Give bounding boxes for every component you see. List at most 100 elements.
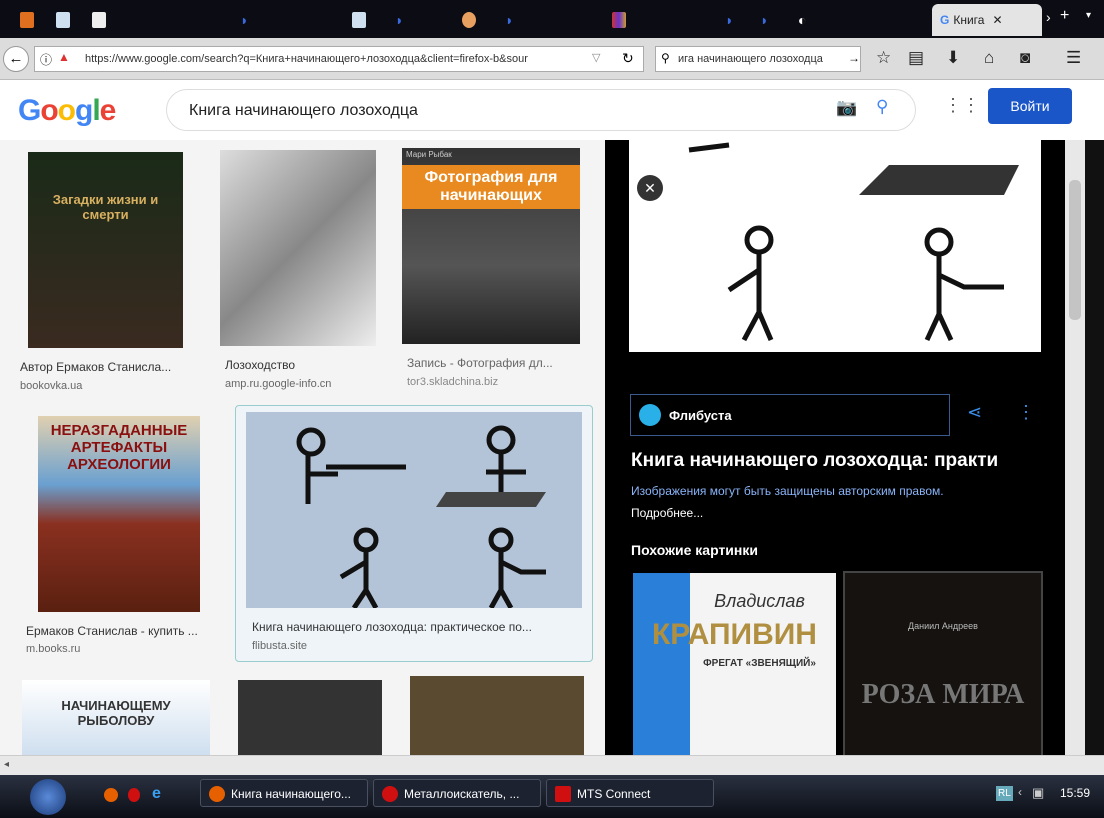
result-thumbnail[interactable] xyxy=(410,676,584,755)
navigation-toolbar: ← https://www.google.com/search?q=Книга+… xyxy=(0,38,1104,80)
tab-title: Книга xyxy=(953,13,985,27)
bookmarks-list-icon[interactable]: ▤ xyxy=(908,48,924,68)
pinned-tab-icon[interactable] xyxy=(20,12,34,28)
search-icon: ⚲ xyxy=(661,51,670,65)
result-source[interactable]: tor3.skladchina.biz xyxy=(407,376,498,388)
search-go-icon[interactable]: → xyxy=(848,51,860,65)
result-source[interactable]: amp.ru.google-info.cn xyxy=(225,378,331,390)
language-indicator[interactable]: RL xyxy=(996,786,1013,801)
home-icon[interactable]: ⌂ xyxy=(984,48,994,68)
result-caption[interactable]: Запись - Фотография дл... xyxy=(407,356,553,370)
image-results-grid: Загадки жизни и смерти Автор Ермаков Ста… xyxy=(0,140,605,755)
login-button[interactable]: Войти xyxy=(988,88,1072,124)
taskbar-item-firefox[interactable]: Книга начинающего... xyxy=(200,779,368,807)
google-search-input[interactable]: Книга начинающего лозоходца xyxy=(166,89,916,131)
task-label: MTS Connect xyxy=(577,787,651,801)
result-thumbnail[interactable]: Мари Рыбак Фотография для начинающих xyxy=(402,148,580,344)
tab-list-icon[interactable]: ▾ xyxy=(1086,10,1091,21)
new-tab-icon[interactable]: + xyxy=(1060,7,1069,25)
scrollbar-thumb[interactable] xyxy=(1069,180,1081,320)
selected-image-result[interactable]: Книга начинающего лозоходца: практическо… xyxy=(235,405,593,662)
task-label: Металлоискатель, ... xyxy=(404,787,520,801)
info-icon[interactable]: ⓘ xyxy=(40,51,52,68)
url-bar[interactable]: https://www.google.com/search?q=Книга+на… xyxy=(34,46,644,72)
site-link[interactable]: Флибуста xyxy=(630,394,950,436)
more-options-icon[interactable]: ⋮ xyxy=(1017,402,1035,423)
result-source[interactable]: bookovka.ua xyxy=(20,380,82,392)
show-hidden-icons[interactable]: ‹ xyxy=(1018,785,1022,799)
pinned-tab-icon[interactable]: ◗ xyxy=(760,12,768,28)
dowsing-illustration xyxy=(688,142,1019,342)
share-icon[interactable]: ⋖ xyxy=(967,402,982,423)
active-tab[interactable]: G Книга ✕ xyxy=(932,4,1042,36)
query-text: Книга начинающего лозоходца xyxy=(189,102,418,119)
tab-scroll-right-icon[interactable]: › xyxy=(1046,9,1051,25)
search-text: ига начинающего лозоходца xyxy=(678,53,823,65)
result-thumbnail[interactable]: НАЧИНАЮЩЕМУ РЫБОЛОВУ xyxy=(22,680,210,755)
horizontal-scrollbar[interactable]: ◂ xyxy=(0,755,1104,775)
result-source[interactable]: m.books.ru xyxy=(26,643,80,655)
pinned-tab-icon[interactable] xyxy=(352,12,366,28)
pinned-tab-icon[interactable]: ◗ xyxy=(725,12,733,28)
close-preview-button[interactable]: ✕ xyxy=(637,175,663,201)
similar-image[interactable]: Даниил Андреев РОЗА МИРА xyxy=(843,571,1043,755)
download-icon[interactable]: ⬇ xyxy=(946,48,960,68)
firefox-icon xyxy=(209,786,225,802)
menu-icon[interactable]: ☰ xyxy=(1066,48,1081,68)
opera-quicklaunch-icon[interactable] xyxy=(128,788,140,802)
preview-image[interactable] xyxy=(629,140,1041,352)
similar-image[interactable]: Владислав КРАПИВИН ФРЕГАТ «ЗВЕНЯЩИЙ» xyxy=(633,573,836,755)
clock[interactable]: 15:59 xyxy=(1060,786,1090,800)
result-source[interactable]: flibusta.site xyxy=(252,640,307,652)
vertical-scrollbar[interactable] xyxy=(1065,140,1085,755)
result-thumbnail[interactable] xyxy=(238,680,382,755)
result-caption[interactable]: Книга начинающего лозоходца: практическо… xyxy=(252,620,532,634)
pinned-tab-icon[interactable] xyxy=(56,12,70,28)
cover-subtitle: ФРЕГАТ «ЗВЕНЯЩИЙ» xyxy=(703,658,816,669)
preview-title[interactable]: Книга начинающего лозоходца: практи xyxy=(631,450,998,472)
result-thumbnail[interactable]: Загадки жизни и смерти xyxy=(28,152,183,348)
network-icon[interactable]: ▣ xyxy=(1032,785,1044,801)
pinned-tab-icon[interactable]: ◗ xyxy=(505,12,513,28)
result-caption[interactable]: Лозоходство xyxy=(225,358,295,372)
pocket-icon[interactable]: ◙ xyxy=(1020,48,1030,68)
url-dropdown-icon[interactable]: ▽ xyxy=(592,51,600,64)
start-button[interactable] xyxy=(30,779,66,815)
bookmark-star-icon[interactable]: ☆ xyxy=(876,48,891,68)
insecure-lock-icon[interactable]: ▲ xyxy=(58,50,70,64)
image-preview-panel: ✕ Флибуста ⋖ ⋮ Книга начинающего лозоход… xyxy=(605,140,1065,755)
google-header: Google Книга начинающего лозоходца 📷 ⚲ ⋮… xyxy=(0,80,1104,140)
more-link[interactable]: Подробнее... xyxy=(631,506,703,520)
url-text: https://www.google.com/search?q=Книга+на… xyxy=(85,53,528,65)
pinned-tab-icon[interactable]: ◐ xyxy=(798,12,806,28)
pinned-tab-icon[interactable] xyxy=(612,12,626,28)
scroll-left-icon[interactable]: ◂ xyxy=(4,759,9,770)
ie-quicklaunch-icon[interactable]: e xyxy=(152,785,161,803)
opera-icon xyxy=(382,786,398,802)
result-thumbnail[interactable] xyxy=(246,412,582,608)
result-caption[interactable]: Ермаков Станислав - купить ... xyxy=(26,624,198,638)
google-logo[interactable]: Google xyxy=(18,94,116,128)
tab-bar: ◗ ◗ ◗ ◗ ◗ ◐ G Книга ✕ › + ▾ xyxy=(0,0,1104,38)
cover-author: Даниил Андреев xyxy=(908,621,978,631)
taskbar-item-opera[interactable]: Металлоискатель, ... xyxy=(373,779,541,807)
firefox-quicklaunch-icon[interactable] xyxy=(104,788,118,802)
result-caption[interactable]: Автор Ермаков Станисла... xyxy=(20,360,171,374)
pinned-tab-icon[interactable] xyxy=(462,12,476,28)
cover-title: Фотография для начинающих xyxy=(402,165,580,209)
camera-icon[interactable]: 📷 xyxy=(836,98,857,118)
pinned-tab-icon[interactable] xyxy=(92,12,106,28)
result-thumbnail[interactable] xyxy=(220,150,376,346)
search-input[interactable]: ига начинающего лозоходца xyxy=(655,46,861,72)
back-button[interactable]: ← xyxy=(3,46,29,72)
taskbar-item-mts[interactable]: MTS Connect xyxy=(546,779,714,807)
reload-icon[interactable]: ↻ xyxy=(622,50,634,67)
close-tab-icon[interactable]: ✕ xyxy=(992,13,1002,27)
pinned-tab-icon[interactable]: ◗ xyxy=(395,12,403,28)
search-icon[interactable]: ⚲ xyxy=(876,97,888,117)
notice-text: Изображения могут быть защищены авторски… xyxy=(631,484,944,498)
google-favicon-icon: G xyxy=(940,13,950,27)
pinned-tab-icon[interactable]: ◗ xyxy=(240,12,248,28)
task-label: Книга начинающего... xyxy=(231,787,351,801)
result-thumbnail[interactable]: НЕРАЗГАДАННЫЕ АРТЕФАКТЫ АРХЕОЛОГИИ xyxy=(38,416,200,612)
